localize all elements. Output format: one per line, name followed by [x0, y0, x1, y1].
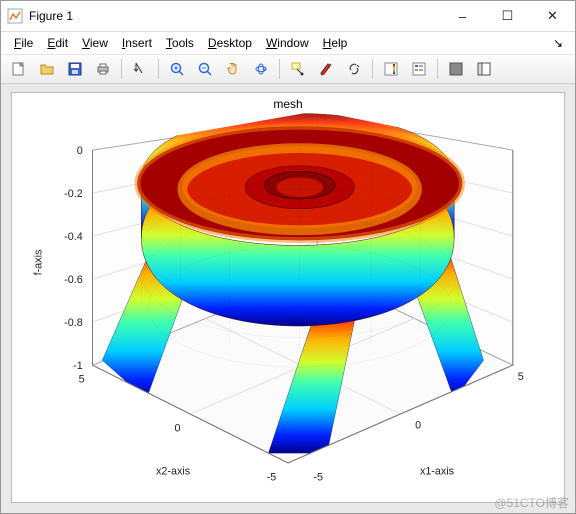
- toolbar-separator: [279, 59, 280, 79]
- new-figure-button[interactable]: [6, 56, 32, 82]
- show-plot-tools-button[interactable]: [471, 56, 497, 82]
- x-axis-label: x1-axis: [420, 466, 454, 478]
- z-axis-label: f-axis: [33, 250, 45, 276]
- toolbar-separator: [158, 59, 159, 79]
- toolbar-separator: [437, 59, 438, 79]
- menu-overflow-icon[interactable]: ↘: [547, 36, 569, 50]
- menu-view[interactable]: View: [75, 34, 115, 52]
- window-title: Figure 1: [29, 9, 440, 23]
- maximize-button[interactable]: ☐: [485, 2, 530, 31]
- open-button[interactable]: [34, 56, 60, 82]
- ztick: 0: [77, 145, 83, 157]
- menu-desktop[interactable]: Desktop: [201, 34, 259, 52]
- plot-title: mesh: [12, 97, 564, 111]
- ztick: -0.6: [64, 274, 83, 286]
- menu-window[interactable]: Window: [259, 34, 316, 52]
- hide-plot-tools-button[interactable]: [443, 56, 469, 82]
- toolbar: [1, 54, 575, 84]
- y-axis-label: x2-axis: [156, 466, 190, 478]
- minimize-button[interactable]: –: [440, 2, 485, 31]
- pan-button[interactable]: [220, 56, 246, 82]
- ztick: -0.2: [64, 188, 83, 200]
- save-button[interactable]: [62, 56, 88, 82]
- figure-window: Figure 1 – ☐ ✕ File Edit View Insert Too…: [0, 0, 576, 514]
- titlebar: Figure 1 – ☐ ✕: [1, 1, 575, 32]
- rotate3d-button[interactable]: [248, 56, 274, 82]
- ytick: 0: [174, 423, 180, 435]
- menu-edit[interactable]: Edit: [40, 34, 75, 52]
- data-cursor-button[interactable]: [285, 56, 311, 82]
- insert-colorbar-button[interactable]: [378, 56, 404, 82]
- close-button[interactable]: ✕: [530, 2, 575, 31]
- app-icon: [7, 8, 23, 24]
- ztick: -1: [73, 360, 83, 372]
- edit-plot-button[interactable]: [127, 56, 153, 82]
- ztick: -0.4: [64, 231, 83, 243]
- toolbar-separator: [121, 59, 122, 79]
- figure-area: mesh: [1, 84, 575, 513]
- toolbar-separator: [372, 59, 373, 79]
- xtick: 5: [518, 371, 524, 383]
- menu-tools[interactable]: Tools: [159, 34, 201, 52]
- print-button[interactable]: [90, 56, 116, 82]
- insert-legend-button[interactable]: [406, 56, 432, 82]
- ztick: -0.8: [64, 317, 83, 329]
- menu-file[interactable]: File: [7, 34, 40, 52]
- brush-button[interactable]: [313, 56, 339, 82]
- zoom-out-button[interactable]: [192, 56, 218, 82]
- xtick: -5: [313, 471, 323, 483]
- axes-3d[interactable]: mesh: [11, 92, 565, 503]
- zoom-in-button[interactable]: [164, 56, 190, 82]
- menu-insert[interactable]: Insert: [115, 34, 159, 52]
- ytick: 5: [79, 374, 85, 386]
- link-plots-button[interactable]: [341, 56, 367, 82]
- surface-plot[interactable]: 0 -0.2 -0.4 -0.6 -0.8 -1 f-axis 5 0 -5 x…: [12, 111, 564, 502]
- menu-help[interactable]: Help: [316, 34, 355, 52]
- xtick: 0: [415, 420, 421, 432]
- ytick: -5: [267, 471, 277, 483]
- menubar: File Edit View Insert Tools Desktop Wind…: [1, 32, 575, 54]
